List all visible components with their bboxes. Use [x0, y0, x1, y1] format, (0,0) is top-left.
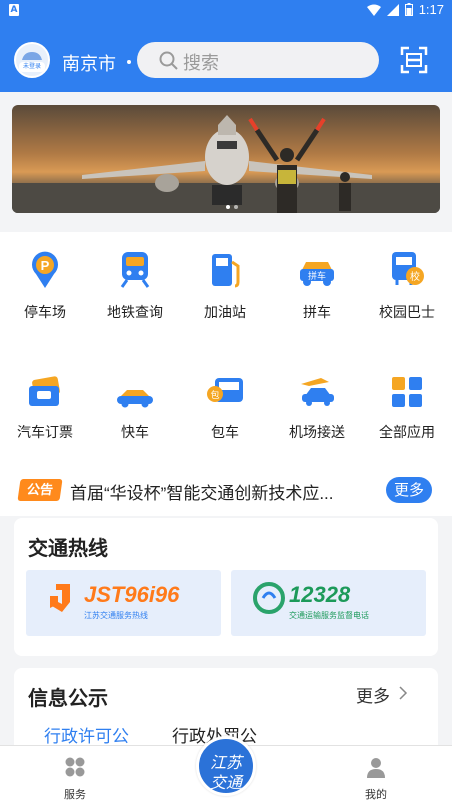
hotline-number: 12328 — [289, 582, 351, 607]
service-bus-ticket[interactable]: 汽车订票 — [0, 368, 90, 442]
service-express-car[interactable]: 快车 — [90, 368, 180, 442]
gas-station-icon — [212, 254, 240, 288]
jiangsu-transport-home-button[interactable]: 江苏 交通 — [196, 736, 256, 796]
hotline-card: 交通热线 JST96i96 江苏交通服务热线 12328 交通运输服务监督电话 — [14, 518, 438, 656]
login-status-tag: 未登录 — [19, 62, 45, 72]
top-header: 未登录 南京市 搜索 — [0, 20, 452, 92]
user-icon — [367, 758, 385, 778]
brand-line-2: 交通 — [209, 773, 242, 792]
info-more-button[interactable]: 更多 — [356, 682, 390, 707]
service-label: 地铁查询 — [107, 304, 163, 320]
svg-text:P: P — [41, 258, 50, 273]
promo-banner[interactable] — [12, 105, 440, 213]
svg-text:校: 校 — [410, 270, 420, 283]
service-charter[interactable]: 包 包车 — [180, 368, 270, 442]
hotline-jst[interactable]: JST96i96 江苏交通服务热线 — [26, 570, 221, 636]
chevron-right-icon[interactable] — [398, 686, 408, 700]
banner-dot — [234, 205, 238, 209]
banner-dot-active — [226, 205, 230, 209]
search-input[interactable]: 搜索 — [137, 42, 379, 78]
services-icon — [65, 757, 85, 777]
service-parking[interactable]: P 停车场 — [0, 248, 90, 322]
service-label: 汽车订票 — [17, 424, 73, 440]
metro-icon — [120, 252, 150, 288]
search-icon — [159, 51, 178, 70]
banner-pagination — [226, 205, 238, 209]
notice-text[interactable]: 首届“华设杯”智能交通创新技术应... — [70, 479, 334, 504]
hotline-number: JST96i96 — [84, 582, 180, 607]
nav-mine[interactable]: 我的 — [346, 756, 406, 802]
scan-icon[interactable] — [400, 46, 428, 74]
service-all-apps[interactable]: 全部应用 — [362, 368, 452, 442]
airplane-banner-image — [12, 115, 440, 213]
service-label: 拼车 — [303, 304, 331, 320]
service-carpool[interactable]: 拼车 拼车 — [272, 248, 362, 322]
service-label: 包车 — [211, 424, 239, 440]
info-title: 信息公示 — [28, 688, 108, 710]
user-avatar[interactable]: 未登录 — [14, 42, 50, 78]
city-selector[interactable]: 南京市 — [62, 50, 116, 76]
svg-text:包: 包 — [210, 389, 219, 401]
nav-label: 服务 — [64, 789, 86, 801]
service-label: 机场接送 — [289, 424, 345, 440]
status-icons: 1:17 — [366, 2, 444, 17]
signal-icon — [386, 3, 399, 16]
wifi-icon — [366, 4, 381, 16]
bus-ticket-icon — [29, 376, 60, 406]
tab-admin-license[interactable]: 行政许可公 — [44, 722, 129, 747]
express-car-icon — [117, 390, 153, 408]
bottom-nav: 服务 江苏 交通 我的 — [0, 736, 452, 804]
service-label: 加油站 — [204, 304, 246, 320]
airport-transfer-icon — [301, 378, 334, 406]
school-bus-icon: 校 — [392, 252, 424, 285]
service-label: 校园巴士 — [379, 304, 435, 320]
jst-logo-icon — [50, 584, 70, 612]
clock: 1:17 — [418, 2, 444, 17]
service-label: 停车场 — [24, 304, 66, 320]
parking-icon: P — [32, 251, 58, 288]
battery-icon — [404, 3, 413, 16]
service-school-bus[interactable]: 校 校园巴士 — [362, 248, 452, 322]
carpool-icon: 拼车 — [300, 262, 334, 286]
charter-bus-icon: 包 — [207, 378, 243, 402]
hotline-subtitle: 江苏交通服务热线 — [84, 611, 148, 620]
service-airport-transfer[interactable]: 机场接送 — [272, 368, 362, 442]
service-label: 全部应用 — [379, 424, 435, 440]
hotline-subtitle: 交通运输服务监督电话 — [289, 611, 369, 620]
svg-text:拼车: 拼车 — [308, 270, 326, 282]
status-bar: A 1:17 — [0, 0, 452, 20]
nav-label: 我的 — [365, 789, 387, 801]
notice-more-button[interactable]: 更多 — [386, 477, 432, 503]
all-apps-icon — [392, 377, 422, 407]
notice-badge: 公告 — [17, 479, 63, 501]
search-placeholder: 搜索 — [183, 53, 219, 73]
service-gas-station[interactable]: 加油站 — [180, 248, 270, 322]
service-metro[interactable]: 地铁查询 — [90, 248, 180, 322]
12328-logo-icon — [253, 582, 285, 614]
nav-services[interactable]: 服务 — [45, 756, 105, 802]
notice-bar[interactable]: 公告 首届“华设杯”智能交通创新技术应... 更多 — [0, 462, 452, 516]
hotline-12328[interactable]: 12328 交通运输服务监督电话 — [231, 570, 426, 636]
hotline-title: 交通热线 — [28, 538, 108, 560]
app-notification-icon: A — [9, 4, 19, 16]
service-label: 快车 — [121, 424, 149, 440]
service-grid: P 停车场 地铁查询 加油站 拼车 拼车 校 校园巴士 汽车订票 快车 包 包车… — [0, 232, 452, 462]
city-dropdown-dot-icon — [127, 60, 131, 64]
